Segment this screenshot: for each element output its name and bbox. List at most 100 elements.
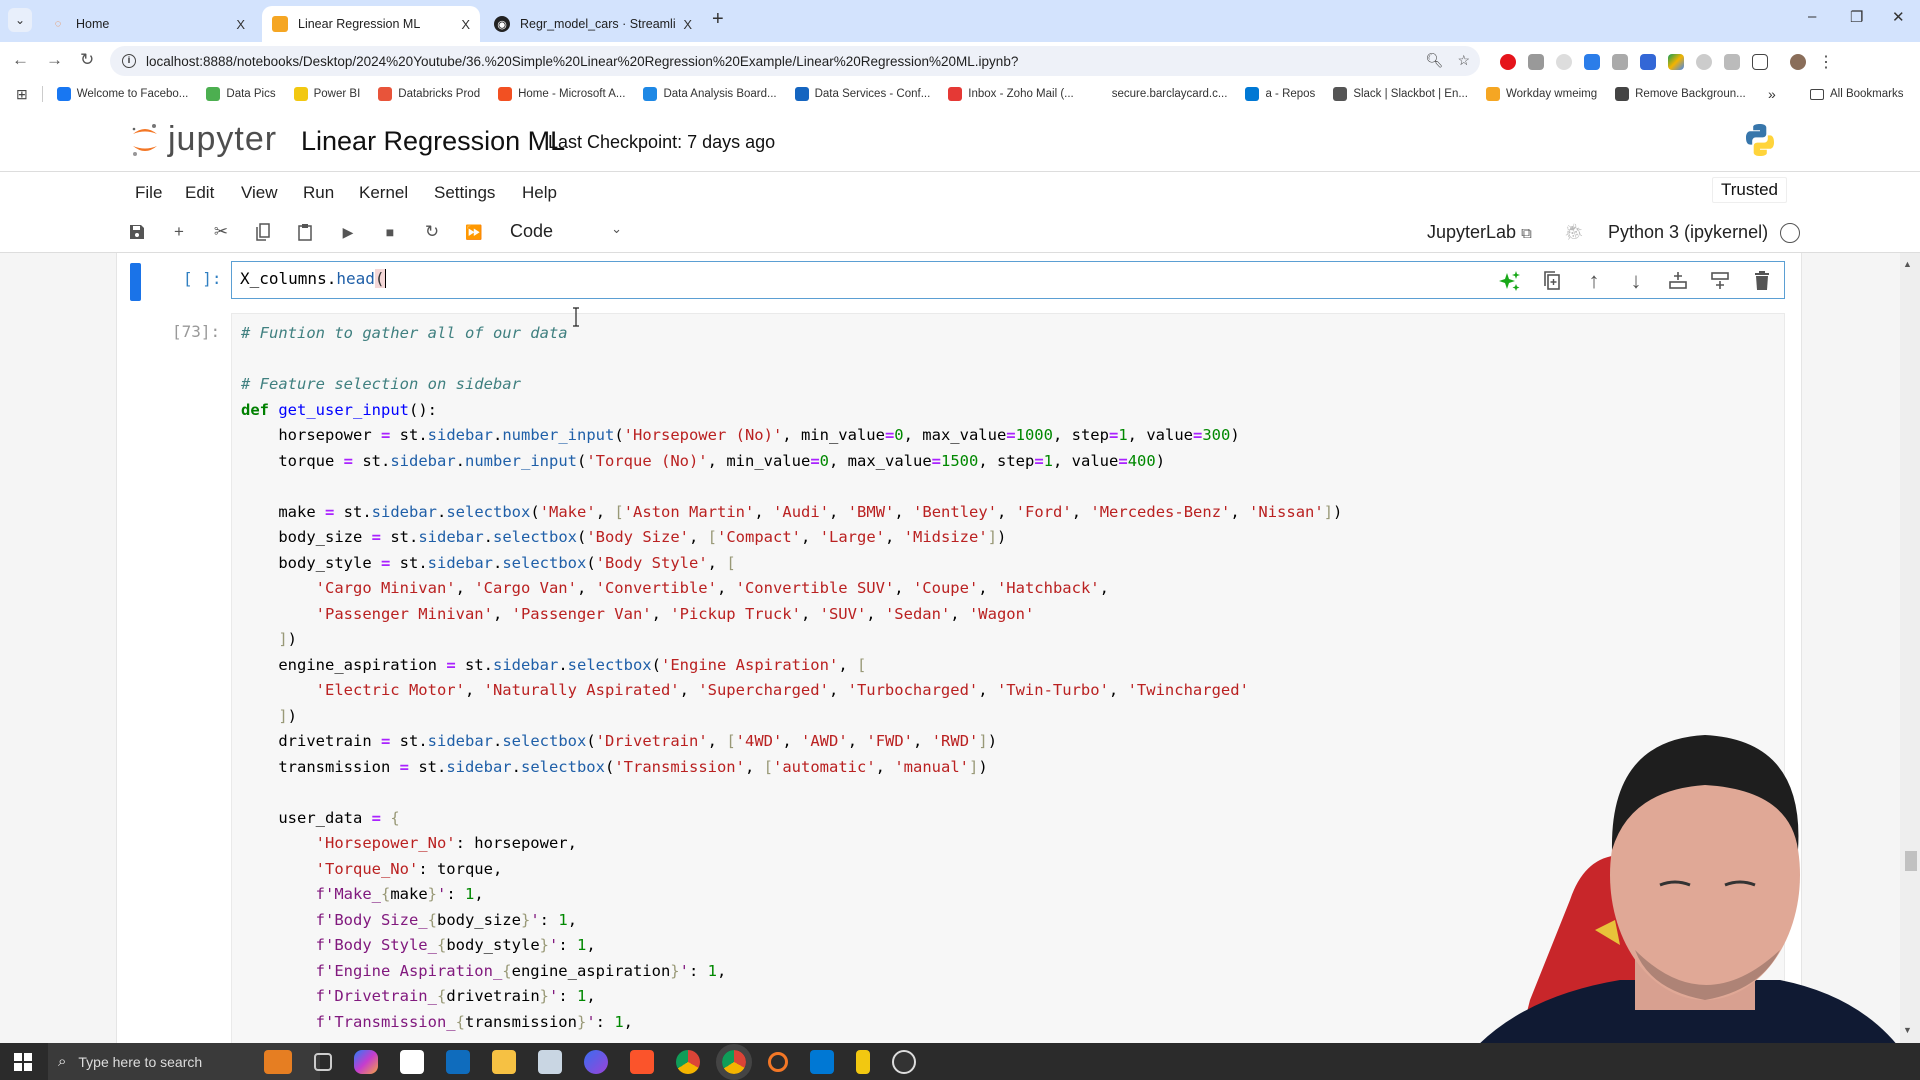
- menu-kernel[interactable]: Kernel: [359, 183, 408, 203]
- bookmark-star-icon[interactable]: ☆: [1457, 52, 1470, 69]
- site-info-icon[interactable]: i: [122, 54, 136, 68]
- bookmark-item[interactable]: Databricks Prod: [378, 87, 480, 101]
- apps-grid-icon[interactable]: ⊞: [16, 86, 28, 103]
- outlook-icon[interactable]: [446, 1050, 470, 1074]
- tab-search-button[interactable]: ⌄: [8, 8, 32, 32]
- url-input[interactable]: i localhost:8888/notebooks/Desktop/2024%…: [110, 46, 1480, 76]
- restart-icon[interactable]: ↻: [421, 221, 443, 243]
- duplicate-cell-icon[interactable]: [1540, 269, 1564, 293]
- google-drive-icon[interactable]: [1668, 54, 1684, 70]
- close-tab-icon[interactable]: X: [461, 17, 470, 32]
- chrome-icon[interactable]: [676, 1050, 700, 1074]
- insert-above-icon[interactable]: [1666, 269, 1690, 293]
- insert-below-icon[interactable]: [1708, 269, 1732, 293]
- bookmark-item[interactable]: Slack | Slackbot | En...: [1333, 87, 1468, 101]
- extensions-puzzle-icon[interactable]: [1752, 54, 1768, 70]
- menu-settings[interactable]: Settings: [434, 183, 495, 203]
- menu-file[interactable]: File: [135, 183, 162, 203]
- copy-icon[interactable]: [252, 221, 274, 243]
- vscode-icon[interactable]: [810, 1050, 834, 1074]
- camera-extension-icon[interactable]: [1528, 54, 1544, 70]
- window-close-icon[interactable]: ✕: [1892, 8, 1905, 26]
- run-icon[interactable]: ▶: [337, 221, 359, 243]
- close-tab-icon[interactable]: X: [236, 17, 245, 32]
- bookmark-item[interactable]: secure.barclaycard.c...: [1091, 87, 1227, 101]
- new-tab-button[interactable]: +: [712, 8, 724, 31]
- bookmark-item[interactable]: Remove Backgroun...: [1615, 87, 1746, 101]
- bookmark-item[interactable]: Inbox - Zoho Mail (...: [948, 87, 1074, 101]
- microsoft-store-icon[interactable]: [400, 1050, 424, 1074]
- obs-icon[interactable]: [892, 1050, 916, 1074]
- bookmark-item[interactable]: Power BI: [293, 87, 360, 101]
- cut-icon[interactable]: ✂: [210, 221, 232, 243]
- minimize-icon[interactable]: –: [1808, 8, 1816, 25]
- restore-icon[interactable]: ❐: [1850, 8, 1863, 26]
- power-bi-icon[interactable]: [856, 1050, 870, 1074]
- debugger-icon[interactable]: 🐞︎: [1564, 222, 1584, 242]
- scroll-up-arrow-icon[interactable]: ▲: [1903, 259, 1912, 269]
- extension-icon[interactable]: [1584, 54, 1600, 70]
- add-cell-icon[interactable]: +: [168, 221, 190, 243]
- briefcase-app-icon[interactable]: [264, 1050, 292, 1074]
- bookmark-favicon-icon: [378, 87, 393, 101]
- all-bookmarks-label: All Bookmarks: [1830, 88, 1904, 100]
- profile-avatar[interactable]: [1790, 54, 1806, 70]
- chrome-profile-icon[interactable]: [716, 1044, 752, 1080]
- app-icon[interactable]: [584, 1050, 608, 1074]
- zoom-icon[interactable]: 🔍︎: [1426, 52, 1444, 69]
- stop-icon[interactable]: ■: [379, 221, 401, 243]
- menu-run[interactable]: Run: [303, 183, 334, 203]
- bookmark-item[interactable]: Data Analysis Board...: [643, 87, 777, 101]
- brave-browser-icon[interactable]: [630, 1050, 654, 1074]
- browser-tab-bar: ⌄ ◌ Home X Linear Regression ML X ◉ Regr…: [0, 0, 1920, 42]
- trusted-indicator[interactable]: Trusted: [1712, 177, 1788, 203]
- move-down-icon[interactable]: ↓: [1624, 268, 1648, 293]
- run-all-icon[interactable]: ⏩: [463, 221, 485, 243]
- notebook-title[interactable]: Linear Regression ML: [301, 126, 565, 157]
- bookmark-item[interactable]: Data Pics: [206, 87, 276, 101]
- menu-view[interactable]: View: [241, 183, 278, 203]
- notebook-toolbar: + ✂ ▶ ■ ↻ ⏩ Code ⌄ JupyterLab ⧉ 🐞︎ Pytho…: [0, 213, 1920, 253]
- bookmark-item[interactable]: Data Services - Conf...: [794, 87, 930, 101]
- back-icon[interactable]: ←: [12, 50, 29, 70]
- save-icon[interactable]: [126, 221, 148, 243]
- menu-edit[interactable]: Edit: [185, 183, 214, 203]
- reload-icon[interactable]: ↻: [80, 50, 94, 70]
- bookmark-item[interactable]: a - Repos: [1245, 87, 1315, 101]
- bookmark-item[interactable]: Workday wmeimg: [1485, 87, 1597, 101]
- app-icon[interactable]: [538, 1050, 562, 1074]
- delete-cell-icon[interactable]: [1750, 269, 1774, 293]
- browser-menu-icon[interactable]: ⋮: [1818, 52, 1834, 72]
- extension-icon[interactable]: [1612, 54, 1628, 70]
- move-up-icon[interactable]: ↑: [1582, 268, 1606, 293]
- paste-icon[interactable]: [294, 221, 316, 243]
- task-view-icon[interactable]: [314, 1053, 332, 1071]
- active-cell-editor[interactable]: X_columns.head( ↑ ↓: [231, 261, 1785, 299]
- more-bookmarks-button[interactable]: »: [1768, 86, 1776, 102]
- open-jupyterlab-link[interactable]: JupyterLab ⧉: [1427, 222, 1532, 243]
- jupyter-logo[interactable]: jupyter: [130, 120, 277, 159]
- tab-streamlit[interactable]: ◉ Regr_model_cars · Streamlit X: [484, 6, 702, 42]
- extension-icon[interactable]: [1640, 54, 1656, 70]
- windows-start-icon[interactable]: [14, 1053, 32, 1071]
- cell-type-select[interactable]: Code ⌄: [510, 221, 622, 242]
- tab-linear-regression[interactable]: Linear Regression ML X: [262, 6, 480, 42]
- code-token: X_columns.: [240, 269, 337, 288]
- bookmark-favicon-icon: [794, 87, 809, 101]
- all-bookmarks-button[interactable]: All Bookmarks: [1810, 88, 1904, 100]
- file-explorer-icon[interactable]: [492, 1050, 516, 1074]
- ai-sparkle-icon[interactable]: [1498, 269, 1522, 293]
- extension-icon[interactable]: [1696, 54, 1712, 70]
- copilot-icon[interactable]: [354, 1050, 378, 1074]
- close-tab-icon[interactable]: X: [683, 17, 692, 32]
- extension-icon[interactable]: [1724, 54, 1740, 70]
- menu-help[interactable]: Help: [522, 183, 557, 203]
- extension-icon[interactable]: [1556, 54, 1572, 70]
- kernel-name[interactable]: Python 3 (ipykernel): [1608, 222, 1768, 243]
- opera-extension-icon[interactable]: [1500, 54, 1516, 70]
- bookmark-item[interactable]: Home - Microsoft A...: [498, 87, 625, 101]
- forward-icon[interactable]: →: [46, 50, 63, 70]
- bookmark-item[interactable]: Welcome to Facebo...: [56, 87, 188, 101]
- tab-home[interactable]: ◌ Home X: [40, 6, 255, 42]
- jupyter-taskbar-icon[interactable]: [768, 1052, 788, 1072]
